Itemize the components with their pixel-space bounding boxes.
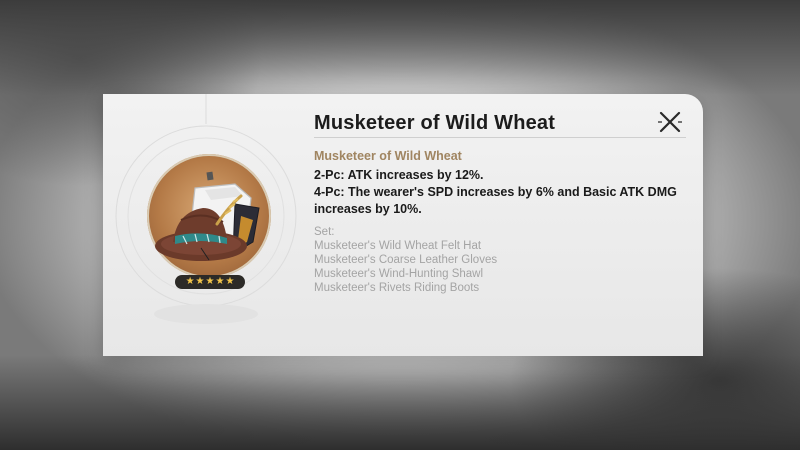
star-icon: ★: [225, 276, 235, 287]
star-icon: ★: [215, 276, 225, 287]
relic-set-tooltip: ★ ★ ★ ★ ★ Musketeer of Wild Wheat Musket…: [103, 94, 703, 356]
four-piece-bonus: 4-Pc: The wearer's SPD increases by 6% a…: [314, 185, 677, 216]
two-piece-bonus: 2-Pc: ATK increases by 12%.: [314, 168, 484, 182]
set-piece-item: Musketeer's Rivets Riding Boots: [314, 282, 480, 294]
set-piece-item: Musketeer's Coarse Leather Gloves: [314, 254, 498, 266]
background-shade-bottom: [0, 355, 800, 450]
set-piece-item: Musketeer's Wild Wheat Felt Hat: [314, 240, 482, 252]
set-piece-item: Musketeer's Wind-Hunting Shawl: [314, 268, 484, 280]
star-icon: ★: [195, 276, 205, 287]
rarity-stars: ★ ★ ★ ★ ★: [175, 275, 245, 289]
felt-hat-relic-icon: [155, 171, 260, 261]
close-icon: [658, 111, 682, 133]
star-icon: ★: [205, 276, 215, 287]
set-pieces-heading: Set:: [314, 226, 335, 238]
star-icon: ★: [185, 276, 195, 287]
close-button[interactable]: [657, 109, 683, 135]
title-divider: [314, 137, 686, 138]
set-name-label: Musketeer of Wild Wheat: [314, 149, 462, 163]
background-shade-top: [0, 0, 800, 95]
relic-set-title: Musketeer of Wild Wheat: [314, 112, 556, 134]
relic-icon-frame: [143, 150, 275, 282]
